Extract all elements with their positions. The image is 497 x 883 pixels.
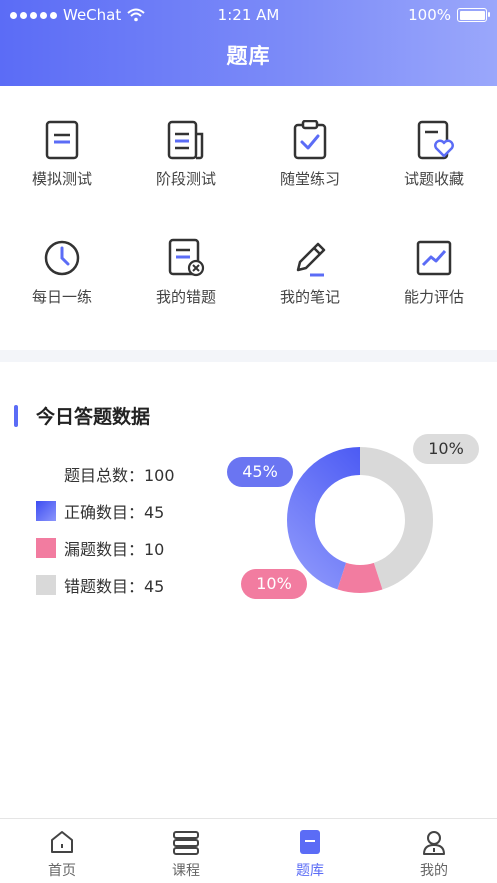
grid-item-mock-test[interactable]: 模拟测试 bbox=[0, 120, 124, 189]
grid-item-daily-practice[interactable]: 每日一练 bbox=[0, 238, 124, 307]
stat-total: 题目总数：100 bbox=[36, 455, 175, 492]
stat-correct: 正确数目：45 bbox=[36, 492, 175, 529]
pencil-icon bbox=[296, 242, 326, 277]
tab-label: 课程 bbox=[172, 863, 200, 879]
legend-swatch-wrong bbox=[36, 574, 56, 595]
page-title: 题库 bbox=[226, 44, 271, 68]
grid-item-label: 随堂练习 bbox=[279, 170, 340, 188]
tab-question-bank[interactable]: 题库 bbox=[248, 829, 372, 880]
document-x-icon bbox=[168, 238, 205, 277]
document-heart-icon bbox=[417, 120, 454, 160]
grid-item-label: 我的错题 bbox=[155, 288, 216, 306]
battery-icon bbox=[457, 8, 490, 22]
tab-bar: 首页 课程 题库 我的 bbox=[0, 818, 497, 883]
status-bar: WeChat 1:21 AM 100% bbox=[0, 0, 497, 30]
stat-wrong-text: 错题数目：45 bbox=[64, 576, 165, 596]
tab-home[interactable]: 首页 bbox=[0, 829, 124, 880]
trend-chart-icon bbox=[416, 240, 452, 276]
section-title: 今日答题数据 bbox=[36, 406, 151, 428]
grid-item-wrong-questions[interactable]: 我的错题 bbox=[124, 238, 248, 307]
tab-label: 我的 bbox=[420, 863, 448, 879]
legend-swatch-missed bbox=[36, 537, 56, 558]
grid-item-favorites[interactable]: 试题收藏 bbox=[372, 120, 496, 189]
clipboard-check-icon bbox=[293, 120, 327, 160]
grid-item-label: 阶段测试 bbox=[155, 170, 216, 188]
stat-correct-text: 正确数目：45 bbox=[64, 502, 165, 522]
grid-item-label: 能力评估 bbox=[403, 288, 464, 306]
books-icon bbox=[173, 831, 199, 855]
chart-label-wrong: 10% bbox=[413, 434, 479, 464]
chart-label-correct: 45% bbox=[227, 457, 293, 487]
document-icon bbox=[45, 120, 79, 160]
grid-item-stage-test[interactable]: 阶段测试 bbox=[124, 120, 248, 189]
section-accent-bar bbox=[14, 404, 18, 427]
legend-swatch-correct bbox=[36, 500, 56, 521]
grid-item-label: 每日一练 bbox=[31, 288, 92, 306]
feature-grid: 模拟测试 阶段测试 随堂练习 试题收藏 每日一练 我的错题 我的笔记 能力评估 bbox=[0, 86, 497, 350]
grid-item-label: 模拟测试 bbox=[31, 170, 92, 188]
stat-wrong: 错题数目：45 bbox=[36, 566, 175, 603]
tab-label: 题库 bbox=[296, 863, 324, 879]
battery-percent: 100% bbox=[408, 6, 451, 24]
stat-missed-text: 漏题数目：10 bbox=[64, 539, 165, 559]
stat-missed: 漏题数目：10 bbox=[36, 529, 175, 566]
tab-courses[interactable]: 课程 bbox=[124, 829, 248, 880]
header: WeChat 1:21 AM 100% 题库 bbox=[0, 0, 497, 86]
status-right: 100% bbox=[408, 6, 490, 24]
clock-icon bbox=[44, 240, 80, 276]
section-header: 今日答题数据 bbox=[14, 402, 150, 429]
stacked-documents-icon bbox=[167, 120, 204, 160]
grid-item-label: 试题收藏 bbox=[403, 170, 464, 188]
home-icon bbox=[51, 831, 73, 853]
grid-item-label: 我的笔记 bbox=[279, 288, 340, 306]
grid-item-class-practice[interactable]: 随堂练习 bbox=[248, 120, 372, 189]
grid-item-ability-assessment[interactable]: 能力评估 bbox=[372, 238, 496, 307]
tab-label: 首页 bbox=[48, 863, 76, 879]
grid-item-notes[interactable]: 我的笔记 bbox=[248, 238, 372, 307]
stat-total-text: 题目总数：100 bbox=[64, 465, 175, 485]
stats-list: 题目总数：100 正确数目：45 漏题数目：10 错题数目：45 bbox=[36, 455, 175, 603]
section-divider bbox=[0, 350, 497, 362]
chart-label-missed: 10% bbox=[241, 569, 307, 599]
question-bank-icon bbox=[300, 830, 320, 854]
user-icon bbox=[423, 831, 445, 855]
tab-mine[interactable]: 我的 bbox=[372, 829, 496, 880]
